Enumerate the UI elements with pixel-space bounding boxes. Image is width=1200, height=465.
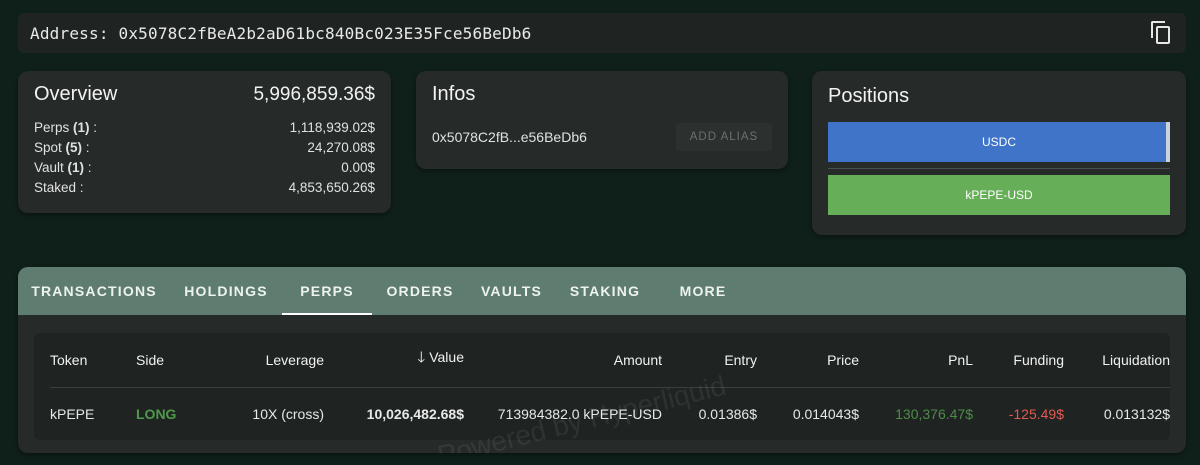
overview-value: 4,853,650.26$	[288, 180, 375, 195]
overview-total: 5,996,859.36$	[253, 84, 375, 105]
overview-count: (1)	[73, 120, 90, 135]
divider	[828, 168, 1170, 169]
positions-card: Positions USDC kPEPE-USD	[812, 71, 1186, 235]
col-header-leverage[interactable]: Leverage	[206, 333, 324, 388]
arrow-down-icon: 🡓	[417, 349, 426, 367]
short-address: 0x5078C2fB...e56BeDb6	[432, 129, 587, 145]
tab-orders[interactable]: ORDERS	[372, 267, 468, 315]
address-bar: Address: 0x5078C2fBeA2b2aD61bc840Bc023E3…	[18, 13, 1186, 53]
cell-value: 10,026,482.68$	[366, 405, 464, 422]
cell-entry: 0.01386$	[698, 405, 757, 422]
cell-price: 0.014043$	[792, 405, 859, 422]
address-text: Address: 0x5078C2fBeA2b2aD61bc840Bc023E3…	[30, 24, 532, 43]
cell-leverage: 10X (cross)	[252, 405, 324, 422]
tab-vaults[interactable]: VAULTS	[468, 267, 555, 315]
overview-card: Overview 5,996,859.36$ Perps (1) : 1,118…	[18, 71, 391, 213]
overview-value: 0.00$	[341, 160, 375, 175]
tab-perps[interactable]: PERPS	[282, 267, 372, 315]
table-header-row: Token Side Leverage 🡓 Value Amount Entry …	[50, 333, 1170, 388]
tab-holdings[interactable]: HOLDINGS	[170, 267, 282, 315]
overview-count: (1)	[67, 160, 85, 175]
col-header-liquidation[interactable]: Liquidation	[1064, 333, 1170, 388]
cell-funding: -125.49$	[1008, 405, 1064, 422]
overview-title: Overview	[34, 83, 118, 105]
tab-bar: TRANSACTIONS HOLDINGS PERPS ORDERS VAULT…	[18, 267, 1186, 315]
overview-value: 24,270.08$	[307, 140, 375, 155]
overview-label: Staked	[34, 180, 77, 195]
overview-label: Spot	[34, 140, 62, 155]
overview-count: (5)	[65, 140, 83, 155]
position-bar-kpepe[interactable]: kPEPE-USD	[828, 175, 1170, 215]
overview-row-vault: Vault (1) : 0.00$	[34, 158, 375, 178]
overview-label: Perps	[34, 120, 70, 135]
cell-token: kPEPE	[50, 405, 95, 422]
col-header-token[interactable]: Token	[50, 333, 136, 388]
cell-side: LONG	[136, 405, 177, 422]
cell-amount: 713984382.0 kPEPE-USD	[497, 405, 662, 422]
position-bar-usdc[interactable]: USDC	[828, 122, 1170, 162]
overview-row-staked: Staked : 4,853,650.26$	[34, 178, 375, 198]
tab-staking[interactable]: STAKING	[555, 267, 655, 315]
col-header-amount[interactable]: Amount	[464, 333, 662, 388]
col-header-funding[interactable]: Funding	[973, 333, 1064, 388]
table-row[interactable]: kPEPE LONG 10X (cross) 10,026,482.68$ 71…	[50, 387, 1170, 440]
overview-row-spot: Spot (5) : 24,270.08$	[34, 138, 375, 158]
copy-icon[interactable]	[1150, 21, 1172, 45]
col-header-price[interactable]: Price	[757, 333, 859, 388]
address-label: Address:	[30, 23, 109, 43]
col-header-entry[interactable]: Entry	[662, 333, 757, 388]
positions-title: Positions	[828, 85, 910, 107]
tab-more[interactable]: MORE	[655, 267, 751, 315]
tab-transactions[interactable]: TRANSACTIONS	[18, 267, 170, 315]
overview-value: 1,118,939.02$	[289, 120, 375, 135]
col-header-pnl[interactable]: PnL	[859, 333, 973, 388]
perps-table: Token Side Leverage 🡓 Value Amount Entry …	[50, 333, 1170, 440]
col-header-value[interactable]: 🡓 Value	[324, 333, 464, 388]
overview-label: Vault	[34, 160, 64, 175]
cell-liquidation: 0.013132$	[1103, 405, 1170, 422]
perps-table-container: Powered by Hyperliquid Token Side Levera…	[34, 333, 1170, 453]
main-panel: TRANSACTIONS HOLDINGS PERPS ORDERS VAULT…	[18, 267, 1186, 453]
col-header-side[interactable]: Side	[136, 333, 206, 388]
infos-title: Infos	[432, 83, 476, 105]
overview-row-perps: Perps (1) : 1,118,939.02$	[34, 118, 375, 138]
add-alias-button[interactable]: ADD ALIAS	[676, 123, 772, 151]
cell-pnl: 130,376.47$	[895, 405, 973, 422]
wallet-address: 0x5078C2fBeA2b2aD61bc840Bc023E35Fce56BeD…	[118, 23, 532, 43]
infos-card: Infos 0x5078C2fB...e56BeDb6 ADD ALIAS	[416, 71, 788, 169]
